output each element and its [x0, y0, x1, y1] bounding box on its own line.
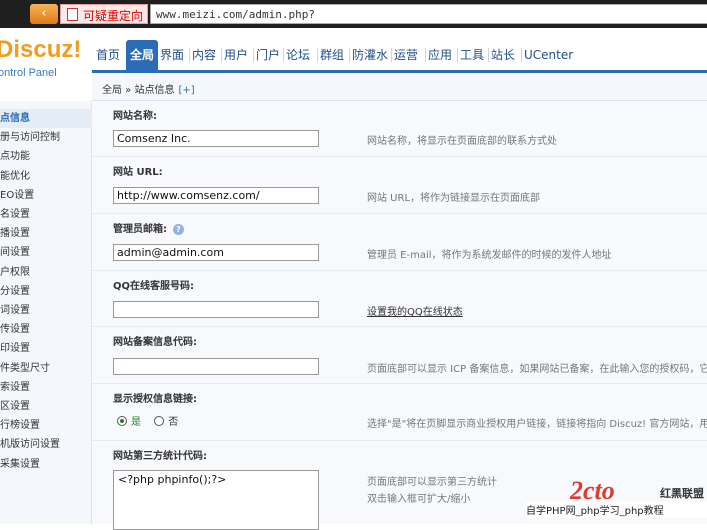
topnav-item-2[interactable]: 界面: [160, 40, 184, 70]
admin-email-desc: 管理员 E-mail，将作为系统发邮件的时候的发件人地址: [367, 250, 612, 261]
icp-input[interactable]: [113, 358, 319, 375]
topnav-separator: [457, 48, 458, 62]
sidebar-item-3[interactable]: 能优化: [0, 167, 92, 186]
topnav-item-4[interactable]: 用户: [224, 40, 248, 70]
sidebar-item-5[interactable]: 名设置: [0, 205, 92, 224]
topnav-item-3[interactable]: 内容: [192, 40, 216, 70]
sidebar-item-16[interactable]: 行榜设置: [0, 416, 92, 435]
license-yes-radio[interactable]: [117, 415, 127, 426]
row-admin-email: 管理员邮箱:? admin@admin.com 管理员 E-mail，将作为系统…: [92, 214, 707, 271]
sidebar-item-2[interactable]: 点功能: [0, 147, 92, 166]
row-license-link: 显示授权信息链接: 是 否 选择"是"将在页脚显示商业授权用户链接，链接将指向 …: [92, 384, 707, 441]
sidebar-item-11[interactable]: 传设置: [0, 320, 92, 339]
site-url-desc: 网站 URL，将作为链接显示在页面底部: [367, 193, 541, 204]
topnav-item-9[interactable]: 运营: [394, 40, 418, 70]
qq-service-label: QQ在线客服号码:: [113, 281, 195, 292]
license-no-label[interactable]: 否: [168, 417, 178, 428]
topnav-separator: [488, 48, 489, 62]
sidebar-item-0[interactable]: 点信息: [0, 109, 92, 128]
sidebar-item-1[interactable]: 册与访问控制: [0, 128, 92, 147]
watermark-brand: 红黑联盟: [660, 487, 704, 500]
back-arrow-icon: ‹: [41, 6, 47, 21]
watermark-text: 自学PHP网_php学习_php教程: [526, 502, 707, 518]
site-url-input[interactable]: http://www.comsenz.com/: [113, 187, 319, 204]
redirect-warning-label: 可疑重定向: [83, 9, 144, 23]
license-yes-label[interactable]: 是: [131, 417, 141, 428]
logo-subtitle: ontrol Panel: [0, 67, 57, 79]
breadcrumb: 全局 » 站点信息 [+]: [92, 73, 707, 101]
stats-code-textarea[interactable]: <?php phpinfo();?>: [113, 470, 319, 530]
topnav-separator: [349, 48, 350, 62]
site-name-input[interactable]: Comsenz Inc.: [113, 130, 319, 147]
license-link-desc: 选择"是"将在页脚显示商业授权用户链接，链接将指向 Discuz! 官方网站，用…: [367, 419, 707, 430]
license-radio-group: 是 否: [117, 413, 188, 428]
stats-code-label: 网站第三方统计代码:: [113, 451, 207, 462]
topnav-item-7[interactable]: 群组: [320, 40, 344, 70]
site-name-desc: 网站名称，将显示在页面底部的联系方式处: [367, 136, 557, 147]
site-name-label: 网站名称:: [113, 111, 157, 122]
breadcrumb-path: 全局 » 站点信息: [102, 85, 175, 96]
admin-email-label: 管理员邮箱:?: [113, 220, 184, 235]
sidebar-item-12[interactable]: 印设置: [0, 339, 92, 358]
help-icon[interactable]: ?: [173, 223, 184, 235]
topnav-separator: [425, 48, 426, 62]
icp-desc: 页面底部可以显示 ICP 备案信息，如果网站已备案，在此输入您的授权码，它将: [367, 364, 707, 375]
sidebar-item-9[interactable]: 分设置: [0, 282, 92, 301]
sidebar-item-6[interactable]: 播设置: [0, 224, 92, 243]
sidebar-item-7[interactable]: 间设置: [0, 243, 92, 262]
sidebar-item-18[interactable]: 采集设置: [0, 455, 92, 474]
page-warning-icon: [67, 8, 78, 21]
sidebar-item-13[interactable]: 件类型尺寸: [0, 359, 92, 378]
license-link-label: 显示授权信息链接:: [113, 394, 197, 405]
row-site-url: 网站 URL: http://www.comsenz.com/ 网站 URL，将…: [92, 157, 707, 214]
discuz-logo[interactable]: Discuz! ontrol Panel: [0, 36, 92, 86]
sidebar-item-17[interactable]: 机版访问设置: [0, 435, 92, 454]
row-icp: 网站备案信息代码: 页面底部可以显示 ICP 备案信息，如果网站已备案，在此输入…: [92, 327, 707, 384]
license-no-radio[interactable]: [154, 415, 165, 426]
sidebar-item-8[interactable]: 户权限: [0, 263, 92, 282]
admin-email-input[interactable]: admin@admin.com: [113, 244, 319, 261]
sidebar-item-4[interactable]: EO设置: [0, 186, 92, 205]
topnav-item-13[interactable]: UCenter: [524, 40, 573, 70]
icp-label: 网站备案信息代码:: [113, 337, 197, 348]
topnav-item-11[interactable]: 工具: [460, 40, 484, 70]
topnav-separator: [391, 48, 392, 62]
sidebar-item-10[interactable]: 词设置: [0, 301, 92, 320]
row-qq-service: QQ在线客服号码: 设置我的QQ在线状态: [92, 271, 707, 327]
url-text: www.meizi.com/admin.php?: [156, 8, 315, 21]
topnav-item-0[interactable]: 首页: [96, 40, 120, 70]
site-url-label: 网站 URL:: [113, 167, 163, 178]
topnav-separator: [189, 48, 190, 62]
back-button[interactable]: ‹: [30, 4, 58, 24]
url-field[interactable]: www.meizi.com/admin.php?: [150, 4, 707, 24]
topnav-item-10[interactable]: 应用: [428, 40, 452, 70]
row-site-name: 网站名称: Comsenz Inc. 网站名称，将显示在页面底部的联系方式处: [92, 101, 707, 157]
topnav-separator: [283, 48, 284, 62]
redirect-warning[interactable]: 可疑重定向: [60, 4, 148, 24]
sidebar: 点信息 册与访问控制 点功能 能优化 EO设置 名设置 播设置 间设置 户权限 分设置 词设置 传设置…: [0, 101, 92, 524]
topnav-separator: [317, 48, 318, 62]
topnav-item-6[interactable]: 论坛: [286, 40, 310, 70]
topnav-separator: [253, 48, 254, 62]
topnav-item-8[interactable]: 防灌水: [352, 40, 388, 70]
breadcrumb-text: 全局 » 站点信息 [+]: [102, 81, 195, 96]
topnav-separator: [521, 48, 522, 62]
logo-title: Discuz!: [0, 36, 82, 63]
sidebar-item-15[interactable]: 区设置: [0, 397, 92, 416]
topnav-item-1[interactable]: 全局: [126, 40, 159, 70]
site-watermark: 2cto 红黑联盟 自学PHP网_php学习_php教程: [526, 476, 707, 524]
topnav-separator: [221, 48, 222, 62]
topnav-item-5[interactable]: 门户: [256, 40, 280, 70]
sidebar-item-14[interactable]: 索设置: [0, 378, 92, 397]
browser-address-bar: ‹ 可疑重定向 www.meizi.com/admin.php?: [0, 0, 707, 28]
topnav-item-12[interactable]: 站长: [491, 40, 515, 70]
breadcrumb-add-button[interactable]: [+]: [178, 85, 194, 96]
qq-service-input[interactable]: [113, 301, 319, 318]
qq-status-link[interactable]: 设置我的QQ在线状态: [367, 303, 707, 318]
settings-form: 网站名称: Comsenz Inc. 网站名称，将显示在页面底部的联系方式处 网…: [92, 101, 707, 530]
